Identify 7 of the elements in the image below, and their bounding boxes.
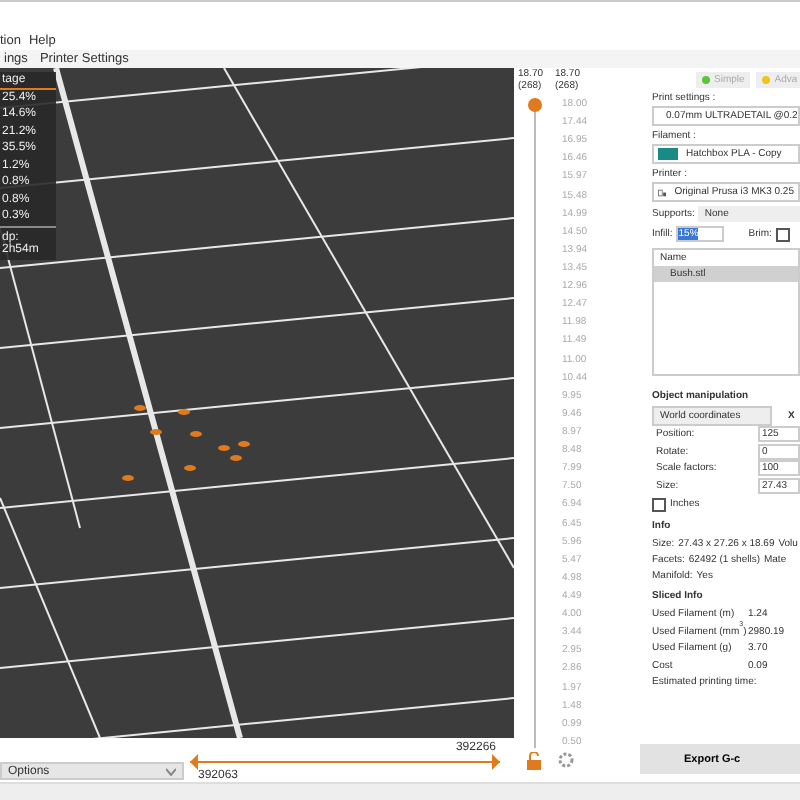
brim-checkbox[interactable] [775,227,790,241]
settings-icon[interactable] [558,752,574,768]
unlock-icon[interactable] [526,752,542,770]
printer-lock-icon [658,185,667,199]
inches-checkbox[interactable] [652,497,666,511]
vertical-slider[interactable] [528,98,542,748]
chevron-icon [166,767,176,775]
